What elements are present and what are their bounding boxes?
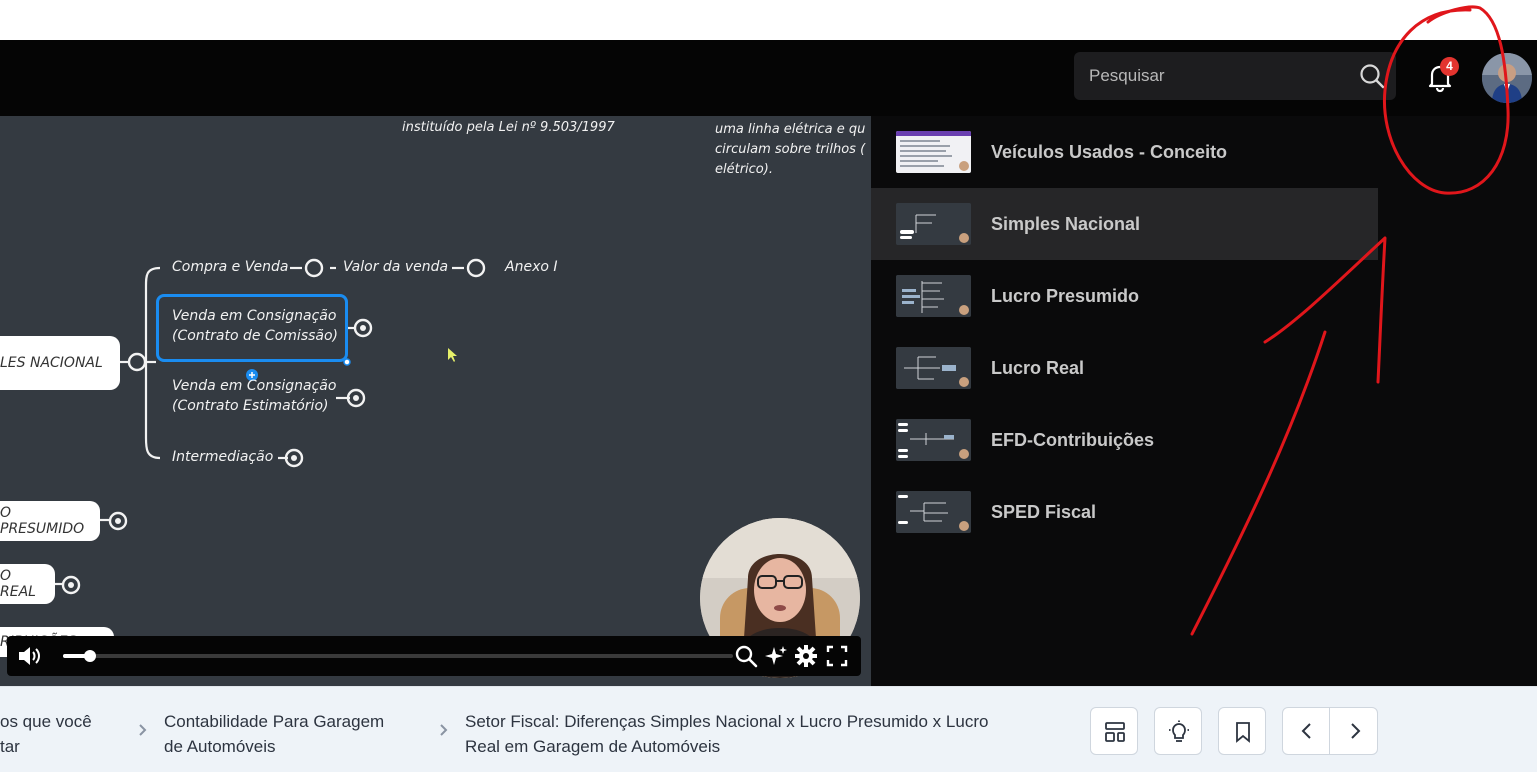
breadcrumb-item-line: os que você: [0, 712, 92, 731]
mindmap-branch-estimatorio-line2: (Contrato Estimatório): [172, 398, 329, 414]
playlist-item[interactable]: Veículos Usados - Conceito: [871, 116, 1378, 188]
layout-toggle-button[interactable]: [1090, 707, 1138, 755]
video-thumbnail: [896, 131, 971, 173]
breadcrumb-chevron-icon: [138, 723, 148, 742]
playlist-item[interactable]: Lucro Presumido: [871, 260, 1378, 332]
video-player[interactable]: instituído pela Lei nº 9.503/1997 uma li…: [0, 116, 871, 686]
playlist-item[interactable]: EFD-Contribuições: [871, 404, 1378, 476]
playlist-item-title: SPED Fiscal: [991, 502, 1097, 522]
mindmap-node-simples: LES NACIONAL: [0, 336, 120, 390]
mindmap-note-right-line: circulam sobre trilhos (: [715, 142, 866, 157]
tips-button[interactable]: [1154, 707, 1202, 755]
playlist-item-title: Veículos Usados - Conceito: [991, 142, 1228, 162]
mindmap-branch-comissao-line2: (Contrato de Comissão): [172, 328, 339, 344]
previous-lesson-button[interactable]: [1283, 708, 1330, 754]
playlist-item[interactable]: SPED Fiscal: [871, 476, 1378, 548]
next-lesson-button[interactable]: [1331, 708, 1378, 754]
playlist-item-title: Lucro Presumido: [991, 286, 1140, 306]
video-thumbnail: [896, 275, 971, 317]
settings-gear-icon[interactable]: [794, 644, 818, 668]
playlist-item-title: Lucro Real: [991, 358, 1085, 378]
playlist-panel: Veículos Usados - Conceito Simples Nacio…: [871, 116, 1537, 686]
playlist-item-title: Simples Nacional: [991, 214, 1141, 234]
mindmap-note-right: uma linha elétrica e qu circulam sobre t…: [715, 120, 865, 180]
breadcrumb-item-lesson: Setor Fiscal: Diferenças Simples Naciona…: [465, 709, 988, 759]
user-avatar[interactable]: [1482, 53, 1532, 103]
ai-sparkle-icon[interactable]: [764, 644, 788, 668]
mindmap-note-right-line: elétrico).: [715, 162, 773, 177]
search-icon[interactable]: [1358, 62, 1386, 90]
mindmap-branch-anexo: Anexo I: [505, 259, 558, 275]
mindmap-branch-valor-venda: Valor da venda: [343, 259, 449, 275]
volume-icon[interactable]: [17, 644, 41, 668]
breadcrumb-item-line: de Automóveis: [164, 737, 276, 756]
mindmap-note-left: instituído pela Lei nº 9.503/1997: [402, 120, 615, 135]
mindmap-node-real: O REAL: [0, 564, 55, 604]
video-progress-handle[interactable]: [83, 650, 96, 662]
search-video-icon[interactable]: [734, 644, 758, 668]
top-bar: 4: [0, 40, 1537, 116]
playlist-item[interactable]: Lucro Real: [871, 332, 1378, 404]
search-input[interactable]: [1074, 52, 1344, 100]
chevron-right-icon: [1351, 723, 1361, 739]
breadcrumb-item-line: tar: [0, 737, 20, 756]
bookmark-button[interactable]: [1218, 707, 1266, 755]
mindmap-branch-compra-venda: Compra e Venda: [172, 259, 289, 275]
fullscreen-icon[interactable]: [825, 644, 849, 668]
mindmap-branch-comissao-line1: Venda em Consignação: [172, 308, 337, 324]
mindmap-note-right-line: uma linha elétrica e qu: [715, 122, 866, 137]
playlist-item-active[interactable]: Simples Nacional: [871, 188, 1378, 260]
breadcrumb-item-course[interactable]: os que você tar: [0, 709, 92, 759]
breadcrumb-chevron-icon: [439, 723, 449, 742]
search-box: [1074, 52, 1396, 100]
lesson-breadcrumb-bar: os que você tar Contabilidade Para Garag…: [0, 686, 1537, 772]
mindmap-branch-intermediacao: Intermediação: [172, 449, 274, 465]
breadcrumb-item-line: Setor Fiscal: Diferenças Simples Naciona…: [465, 712, 989, 731]
bookmark-icon: [1236, 722, 1250, 743]
layout-icon: [1105, 722, 1125, 742]
video-thumbnail: [896, 419, 971, 461]
mindmap-branch-estimatorio-line1: Venda em Consignação: [172, 378, 337, 394]
video-progress-bar[interactable]: [63, 650, 733, 662]
playlist-list: Veículos Usados - Conceito Simples Nacio…: [871, 116, 1378, 548]
lesson-navigation: [1282, 707, 1378, 755]
breadcrumb-item-line: Real em Garagem de Automóveis: [465, 737, 721, 756]
mindmap-node-presumido: O PRESUMIDO: [0, 501, 100, 541]
playlist-item-title: EFD-Contribuições: [991, 430, 1155, 450]
video-thumbnail: [896, 491, 971, 533]
chevron-left-icon: [1301, 723, 1311, 739]
notification-count-badge: 4: [1440, 57, 1459, 76]
video-thumbnail: [896, 203, 971, 245]
breadcrumb-item-module[interactable]: Contabilidade Para Garagem de Automóveis: [164, 709, 384, 759]
breadcrumb-item-line: Contabilidade Para Garagem: [164, 712, 385, 731]
video-controls: [7, 636, 861, 676]
lightbulb-icon: [1169, 720, 1189, 742]
video-thumbnail: [896, 347, 971, 389]
